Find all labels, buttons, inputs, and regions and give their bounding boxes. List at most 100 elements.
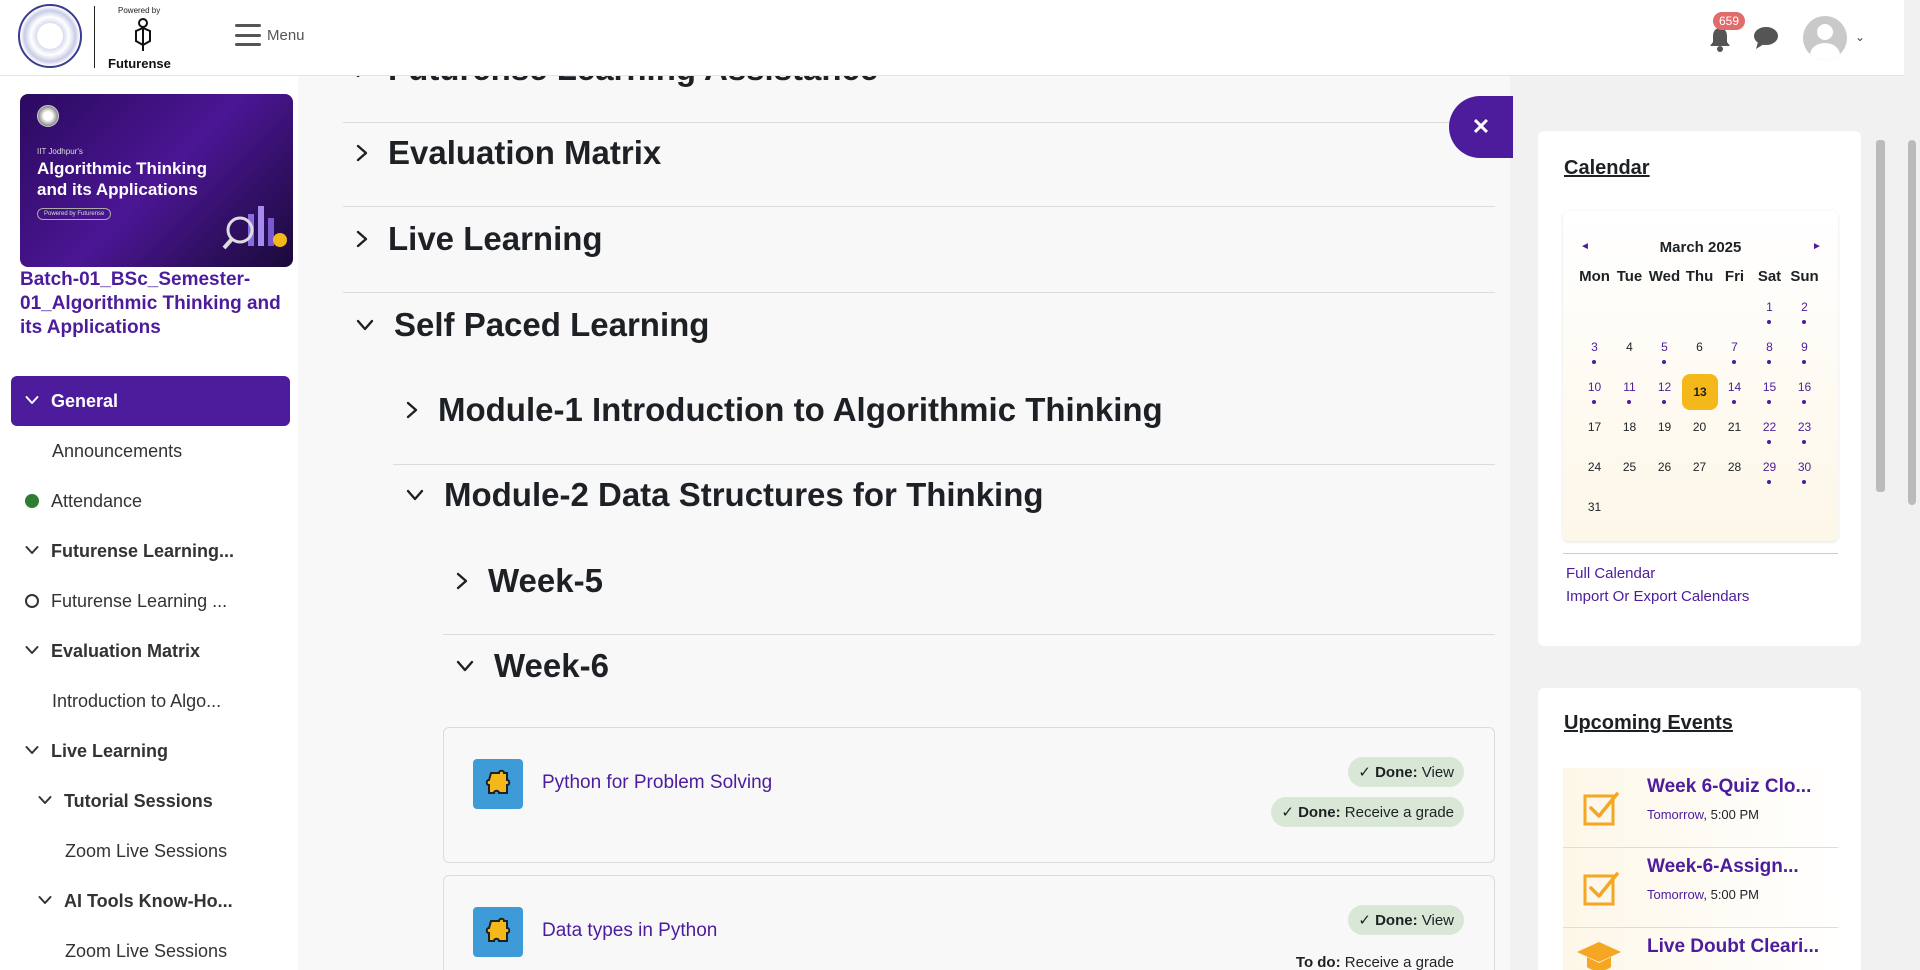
calendar-day[interactable]: 16 xyxy=(1787,374,1822,414)
futurense-logo-icon xyxy=(135,18,151,51)
course-index-item[interactable]: Live Learning xyxy=(0,726,298,776)
status-label: Done: xyxy=(1375,764,1418,781)
calendar-day[interactable]: 8 xyxy=(1752,334,1787,374)
status-value: View xyxy=(1421,912,1454,929)
course-index-item[interactable]: General xyxy=(11,376,290,426)
module-header[interactable]: Module-1 Introduction to Algorithmic Thi… xyxy=(406,391,1163,429)
course-index-item[interactable]: Announcements xyxy=(0,426,298,476)
course-section-header[interactable]: Futurense Learning Assistance xyxy=(356,76,878,88)
course-section-header[interactable]: Evaluation Matrix xyxy=(356,134,661,172)
course-index-item[interactable]: Tutorial Sessions xyxy=(0,776,298,826)
chevron-down-icon[interactable] xyxy=(38,895,52,907)
course-index-item[interactable]: Evaluation Matrix xyxy=(0,626,298,676)
calendar-day[interactable]: 15 xyxy=(1752,374,1787,414)
section-title: Evaluation Matrix xyxy=(388,134,662,171)
course-banner-image: IIT Jodhpur's Algorithmic Thinking and i… xyxy=(20,94,293,267)
event-day-link[interactable]: Tomorrow xyxy=(1647,887,1703,902)
chevron-right-icon[interactable] xyxy=(356,230,368,248)
course-section-header[interactable]: Self Paced Learning xyxy=(356,306,709,344)
chevron-down-icon[interactable] xyxy=(406,489,424,501)
course-index-item[interactable]: Futurense Learning ... xyxy=(0,576,298,626)
menu-button[interactable]: Menu xyxy=(235,24,305,46)
week-header[interactable]: Week-5 xyxy=(456,562,603,600)
calendar-day[interactable]: 3 xyxy=(1577,334,1612,374)
calendar-day[interactable]: 20 xyxy=(1682,414,1717,454)
chevron-right-icon[interactable] xyxy=(456,572,468,590)
course-index-item[interactable]: Attendance xyxy=(0,476,298,526)
week-header[interactable]: Week-6 xyxy=(456,647,609,685)
chevron-down-icon[interactable] xyxy=(25,745,39,757)
chevron-down-icon[interactable]: ⌄ xyxy=(1855,30,1865,44)
calendar-day[interactable]: 17 xyxy=(1577,414,1612,454)
next-month-arrow-icon[interactable]: ► xyxy=(1812,241,1822,252)
calendar-day[interactable]: 9 xyxy=(1787,334,1822,374)
calendar-day[interactable]: 1 xyxy=(1752,294,1787,334)
calendar-day[interactable]: 30 xyxy=(1787,454,1822,494)
calendar-day[interactable]: 27 xyxy=(1682,454,1717,494)
course-index-item[interactable]: Futurense Learning... xyxy=(0,526,298,576)
calendar-day[interactable]: 13 xyxy=(1682,374,1718,414)
activity-link[interactable]: Data types in Python xyxy=(542,920,717,942)
calendar-day[interactable]: 18 xyxy=(1612,414,1647,454)
page-scrollbar[interactable] xyxy=(1904,0,1920,970)
calendar-day[interactable]: 31 xyxy=(1577,494,1612,534)
status-value: Receive a grade xyxy=(1344,804,1454,821)
chevron-down-icon[interactable] xyxy=(356,319,374,331)
calendar-day[interactable]: 22 xyxy=(1752,414,1787,454)
upcoming-event-item[interactable]: Live Doubt Cleari... xyxy=(1563,928,1838,970)
event-day-link[interactable]: Tomorrow xyxy=(1647,807,1703,822)
calendar-day[interactable]: 2 xyxy=(1787,294,1822,334)
upcoming-events-title[interactable]: Upcoming Events xyxy=(1564,712,1733,735)
upcoming-event-item[interactable]: Week-6-Assign... Tomorrow, 5:00 PM xyxy=(1563,848,1838,928)
upcoming-event-item[interactable]: Week 6-Quiz Clo... Tomorrow, 5:00 PM xyxy=(1563,768,1838,848)
chevron-right-icon[interactable] xyxy=(406,401,418,419)
calendar-day[interactable]: 14 xyxy=(1717,374,1752,414)
iit-jodhpur-logo[interactable] xyxy=(18,4,82,68)
full-calendar-link[interactable]: Full Calendar xyxy=(1566,565,1655,582)
course-index-item[interactable]: Zoom Live Sessions xyxy=(0,826,298,876)
course-name-link[interactable]: Batch-01_BSc_Semester-01_Algorithmic Thi… xyxy=(20,268,290,340)
event-title[interactable]: Week-6-Assign... xyxy=(1647,856,1799,878)
calendar-day[interactable]: 29 xyxy=(1752,454,1787,494)
calendar-day[interactable]: 10 xyxy=(1577,374,1612,414)
calendar-day[interactable]: 5 xyxy=(1647,334,1682,374)
calendar-day[interactable]: 21 xyxy=(1717,414,1752,454)
event-title[interactable]: Live Doubt Cleari... xyxy=(1647,936,1819,958)
calendar-day xyxy=(1682,494,1717,534)
calendar-title[interactable]: Calendar xyxy=(1564,157,1650,180)
course-index-label: Futurense Learning... xyxy=(51,540,235,561)
chevron-down-icon[interactable] xyxy=(38,795,52,807)
module-header[interactable]: Module-2 Data Structures for Thinking xyxy=(406,476,1044,514)
calendar-day[interactable]: 6 xyxy=(1682,334,1717,374)
chevron-down-icon[interactable] xyxy=(25,645,39,657)
activity-link[interactable]: Python for Problem Solving xyxy=(542,772,772,794)
calendar-day[interactable]: 26 xyxy=(1647,454,1682,494)
chevron-down-icon[interactable] xyxy=(25,395,39,407)
calendar-day[interactable]: 7 xyxy=(1717,334,1752,374)
calendar-day[interactable]: 11 xyxy=(1612,374,1647,414)
chevron-right-icon[interactable] xyxy=(356,144,368,162)
course-index-item[interactable]: Introduction to Algo... xyxy=(0,676,298,726)
calendar-day[interactable]: 24 xyxy=(1577,454,1612,494)
import-export-calendars-link[interactable]: Import Or Export Calendars xyxy=(1566,588,1749,605)
course-section-header[interactable]: Live Learning xyxy=(356,220,603,258)
chevron-down-icon[interactable] xyxy=(25,545,39,557)
messages-chat-icon[interactable] xyxy=(1752,26,1780,50)
calendar-day[interactable]: 25 xyxy=(1612,454,1647,494)
event-title[interactable]: Week 6-Quiz Clo... xyxy=(1647,776,1811,798)
status-value: View xyxy=(1421,764,1454,781)
close-block-drawer-button[interactable]: ✕ xyxy=(1449,96,1513,158)
course-index-item[interactable]: Zoom Live Sessions xyxy=(0,926,298,970)
calendar-day[interactable]: 12 xyxy=(1647,374,1682,414)
event-time: , 5:00 PM xyxy=(1703,807,1759,822)
calendar-day[interactable]: 19 xyxy=(1647,414,1682,454)
block-drawer-scrollbar[interactable] xyxy=(1876,140,1885,492)
calendar-day[interactable]: 4 xyxy=(1612,334,1647,374)
chevron-right-icon[interactable] xyxy=(356,76,368,78)
course-index-item[interactable]: AI Tools Know-Ho... xyxy=(0,876,298,926)
calendar-day[interactable]: 23 xyxy=(1787,414,1822,454)
calendar-day[interactable]: 28 xyxy=(1717,454,1752,494)
section-title: Live Learning xyxy=(388,220,603,257)
chevron-down-icon[interactable] xyxy=(456,660,474,672)
user-avatar[interactable] xyxy=(1803,16,1847,60)
